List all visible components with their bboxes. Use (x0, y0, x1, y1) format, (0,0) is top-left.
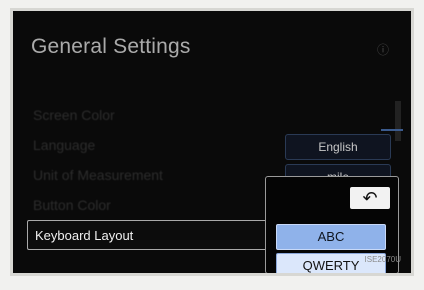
row-label: Screen Color (33, 107, 115, 123)
display-screen: General Settings ⓘ Screen Color Language… (10, 8, 414, 276)
device-frame: General Settings ⓘ Screen Color Language… (0, 0, 424, 290)
image-code: ISE2070U (364, 255, 401, 264)
page-title: General Settings (31, 35, 191, 58)
row-language[interactable]: Language English (27, 133, 391, 160)
scroll-accent (381, 129, 403, 131)
language-value[interactable]: English (285, 134, 391, 160)
row-label: Unit of Measurement (33, 167, 163, 183)
back-arrow-icon: ↶ (362, 188, 378, 208)
keyboard-layout-label: Keyboard Layout (35, 228, 134, 243)
row-label: Language (33, 137, 96, 153)
info-icon: ⓘ (376, 43, 389, 57)
option-abc[interactable]: ABC (276, 224, 386, 250)
scrollbar[interactable] (395, 101, 401, 141)
keyboard-layout-row[interactable]: Keyboard Layout (27, 220, 270, 250)
row-label: Button Color (33, 197, 111, 213)
back-button[interactable]: ↶ (350, 187, 390, 209)
row-screen-color[interactable]: Screen Color (27, 103, 379, 129)
